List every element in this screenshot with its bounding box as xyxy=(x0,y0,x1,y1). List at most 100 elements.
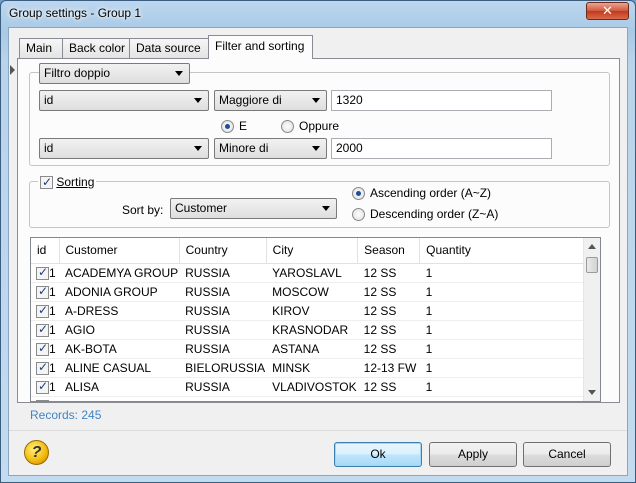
cell-customer: AK-BOTA xyxy=(59,339,180,359)
cell-city: YAROSLAVL xyxy=(266,263,358,283)
row-checkbox-icon[interactable] xyxy=(36,284,49,299)
dialog-window: Group settings - Group 1 ✕ Main Back col… xyxy=(0,0,636,483)
logic-and-label: E xyxy=(239,119,248,133)
cancel-button[interactable]: Cancel xyxy=(523,442,611,467)
cell-city: VLADIVOSTOK xyxy=(266,377,358,397)
cell-country: RUSSIA xyxy=(179,282,267,302)
records-table: id Customer Country City Season Quantity… xyxy=(31,238,596,401)
cell-customer: ALISA xyxy=(59,377,180,397)
cell-id[interactable]: 1 xyxy=(31,358,59,378)
cell-city: MOSCOW xyxy=(266,396,358,401)
cell-id[interactable]: 1 xyxy=(31,263,59,283)
cell-customer: AGIO xyxy=(59,320,180,340)
row-checkbox-icon[interactable] xyxy=(36,265,49,280)
row-checkbox-icon[interactable] xyxy=(36,379,49,394)
title-bar[interactable]: Group settings - Group 1 ✕ xyxy=(1,1,635,27)
records-grid[interactable]: id Customer Country City Season Quantity… xyxy=(30,237,601,402)
table-row[interactable]: 1ALISARUSSIAVLADIVOSTOK12 SS1 xyxy=(31,377,596,397)
table-row[interactable]: 1AGIORUSSIAKRASNODAR12 SS1 xyxy=(31,320,596,340)
filter-mode-select[interactable]: Filtro doppio xyxy=(39,63,190,84)
tab-data-source[interactable]: Data source xyxy=(129,38,209,58)
row-checkbox-icon[interactable] xyxy=(36,303,49,318)
tab-filter-and-sorting[interactable]: Filter and sorting xyxy=(208,35,313,59)
tab-main[interactable]: Main xyxy=(19,38,63,58)
radio-selected-icon xyxy=(352,187,365,200)
row-id-text: 1 xyxy=(49,379,56,394)
condition2-field-select[interactable]: id xyxy=(39,138,209,159)
logic-or-label: Oppure xyxy=(299,119,340,133)
cell-season: 12 SS xyxy=(357,339,420,359)
dialog-client: Main Back color Data source Filter and s… xyxy=(8,27,628,476)
cell-season: 12 SS xyxy=(357,263,420,283)
column-header-country[interactable]: Country xyxy=(179,238,267,264)
logic-or-radio[interactable]: Oppure xyxy=(281,118,339,134)
column-header-city[interactable]: City xyxy=(266,238,359,264)
cell-country: RUSSIA xyxy=(179,339,267,359)
chevron-down-icon xyxy=(194,146,202,151)
row-checkbox-icon[interactable] xyxy=(36,398,49,401)
condition1-operator-select[interactable]: Maggiore di xyxy=(214,90,327,111)
vertical-scrollbar[interactable] xyxy=(583,238,600,401)
column-header-quantity[interactable]: Quantity xyxy=(419,238,596,264)
table-row[interactable]: 1ALINE CASUALBIELORUSSIAMINSK12-13 FW1 xyxy=(31,358,596,378)
cell-id[interactable]: 1 xyxy=(31,301,59,321)
condition2-value-input[interactable]: 2000 xyxy=(331,138,552,159)
scroll-down-icon[interactable] xyxy=(588,390,596,395)
ok-button[interactable]: Ok xyxy=(334,442,422,467)
table-row[interactable]: 1ACADEMYA GROUPRUSSIAYAROSLAVL12 SS1 xyxy=(31,263,596,283)
scroll-up-icon[interactable] xyxy=(588,244,596,249)
row-checkbox-icon[interactable] xyxy=(36,341,49,356)
ascending-radio[interactable]: Ascending order (A~Z) xyxy=(352,185,491,201)
cell-country: RUSSIA xyxy=(179,396,267,401)
row-checkbox-icon[interactable] xyxy=(36,360,49,375)
chevron-down-icon xyxy=(322,206,330,211)
sort-by-select[interactable]: Customer xyxy=(170,198,337,219)
cell-season: 12 SS xyxy=(357,301,420,321)
radio-unselected-icon xyxy=(281,120,294,133)
cell-customer: A-DRESS xyxy=(59,301,180,321)
table-header-row: id Customer Country City Season Quantity xyxy=(31,238,596,264)
table-row[interactable]: 1AK-BOTARUSSIAASTANA12 SS1 xyxy=(31,339,596,359)
cell-season: 12-13 FW xyxy=(357,358,420,378)
cell-city: ASTANA xyxy=(266,339,358,359)
cell-id[interactable]: 1 xyxy=(31,377,59,397)
close-icon: ✕ xyxy=(602,3,613,18)
tab-filter-and-sorting-label: Filter and sorting xyxy=(215,39,305,53)
table-row[interactable]: 1ALL STORERUSSIAMOSCOW12-13 FW1 xyxy=(31,396,596,401)
radio-selected-icon xyxy=(221,120,234,133)
cell-country: RUSSIA xyxy=(179,301,267,321)
condition1-value-text: 1320 xyxy=(336,93,363,107)
column-header-customer[interactable]: Customer xyxy=(59,238,180,264)
condition2-operator-select[interactable]: Minore di xyxy=(214,138,327,159)
help-icon[interactable]: ? xyxy=(24,440,49,465)
chevron-down-icon xyxy=(312,146,320,151)
scroll-thumb[interactable] xyxy=(586,257,598,273)
sorting-checkbox-icon xyxy=(40,174,53,190)
sorting-toggle[interactable]: Sorting xyxy=(38,174,97,190)
cell-city: MINSK xyxy=(266,358,358,378)
cell-quantity: 1 xyxy=(419,263,596,283)
row-id-text: 1 xyxy=(49,284,56,299)
cell-season: 12 SS xyxy=(357,377,420,397)
cell-quantity: 1 xyxy=(419,320,596,340)
condition1-value-input[interactable]: 1320 xyxy=(331,90,552,111)
cell-customer: ALINE CASUAL xyxy=(59,358,180,378)
descending-radio[interactable]: Descending order (Z~A) xyxy=(352,206,498,222)
tab-back-color[interactable]: Back color xyxy=(62,38,130,58)
apply-button[interactable]: Apply xyxy=(429,442,517,467)
cell-id[interactable]: 1 xyxy=(31,396,59,401)
column-header-season[interactable]: Season xyxy=(357,238,421,264)
cell-id[interactable]: 1 xyxy=(31,282,59,302)
row-checkbox-icon[interactable] xyxy=(36,322,49,337)
condition1-field-select[interactable]: id xyxy=(39,90,209,111)
tab-back-color-label: Back color xyxy=(69,41,126,55)
table-row[interactable]: 1ADONIA GROUPRUSSIAMOSCOW12 SS1 xyxy=(31,282,596,302)
cell-country: RUSSIA xyxy=(179,263,267,283)
cell-id[interactable]: 1 xyxy=(31,320,59,340)
table-row[interactable]: 1A-DRESSRUSSIAKIROV12 SS1 xyxy=(31,301,596,321)
cell-id[interactable]: 1 xyxy=(31,339,59,359)
logic-and-radio[interactable]: E xyxy=(221,118,247,134)
column-header-id[interactable]: id xyxy=(31,238,60,264)
row-id-text: 1 xyxy=(49,322,56,337)
close-button[interactable]: ✕ xyxy=(586,2,629,20)
